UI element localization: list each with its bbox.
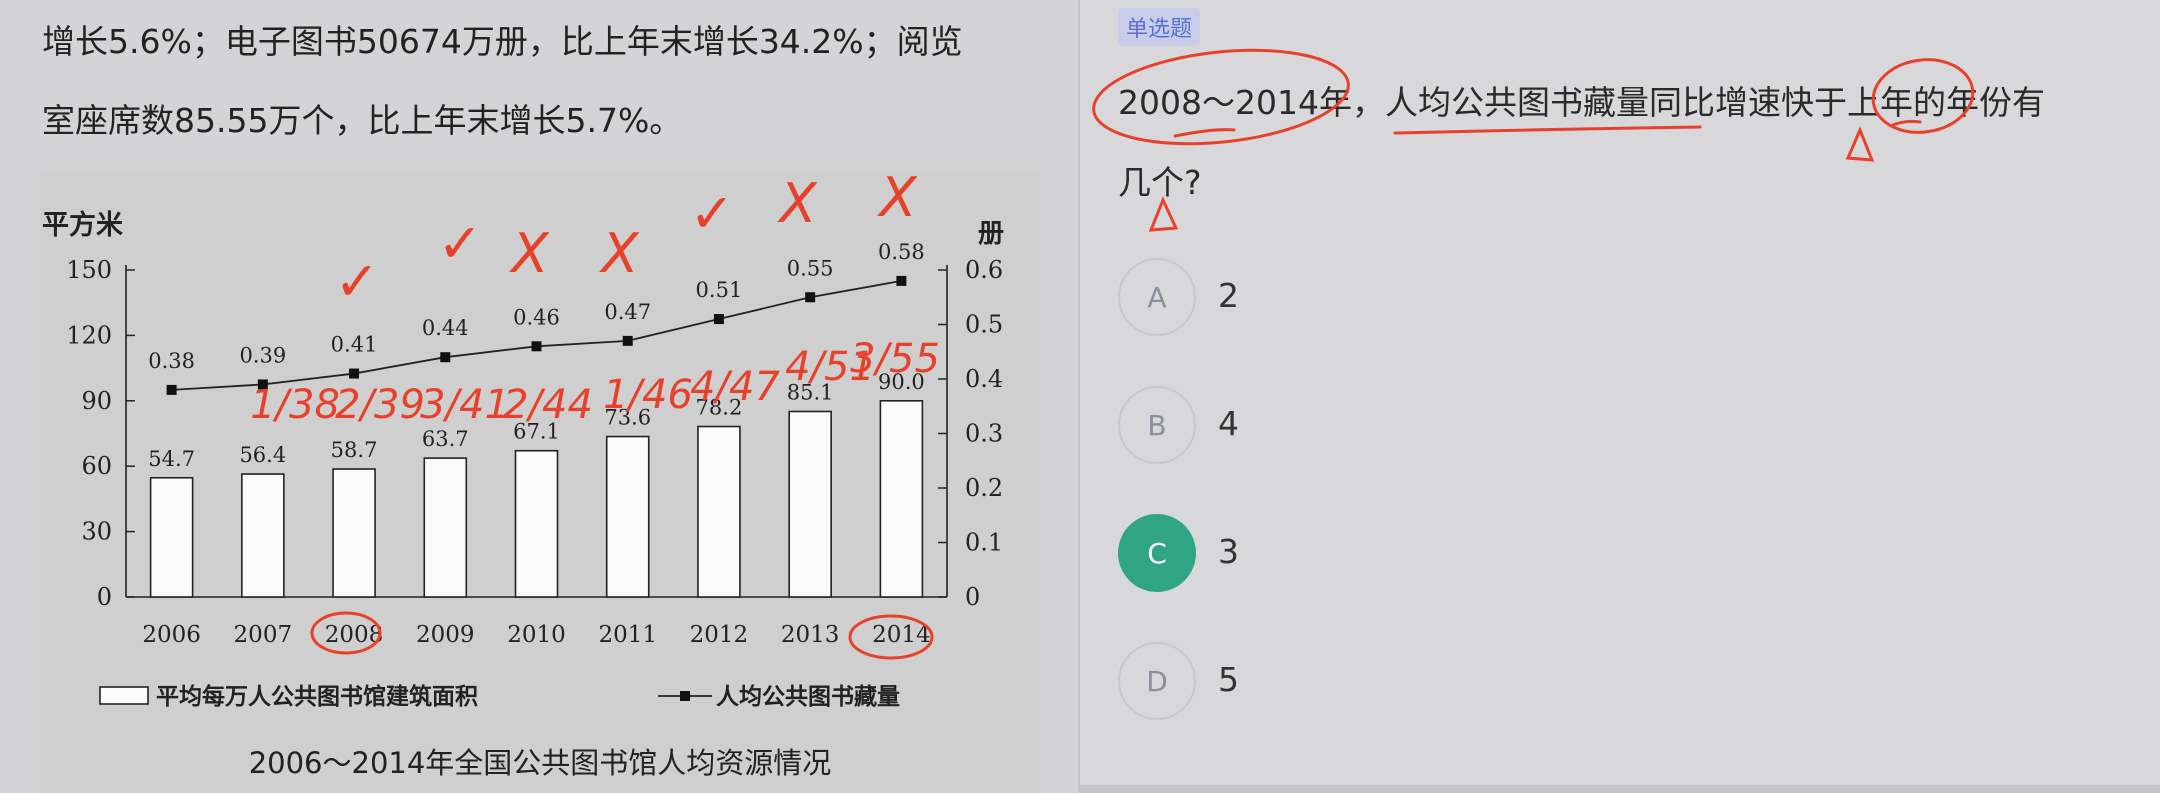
option-c[interactable]: C 3 bbox=[1118, 514, 1718, 598]
y-tick-label-right: 0.3 bbox=[965, 420, 1003, 448]
question-line-2: 几个? bbox=[1118, 163, 1202, 202]
bar bbox=[332, 468, 376, 598]
option-a-text: 2 bbox=[1218, 276, 1239, 315]
option-a-letter: A bbox=[1118, 258, 1196, 336]
option-c-text: 3 bbox=[1218, 532, 1239, 571]
y-tick-label-right: 0 bbox=[965, 583, 980, 611]
chart-figure: 0 30 60 90 120 150 0 0.1 0.2 0.3 0.4 0.5 0.6 平方米 册 54.7… bbox=[40, 172, 1040, 793]
option-b-letter: B bbox=[1118, 386, 1196, 464]
chart-caption: 2006～2014年全国公共图书馆人均资源情况 bbox=[248, 746, 832, 780]
bar-value-label: 78.2 bbox=[696, 396, 743, 420]
y-tick-label-right: 0.6 bbox=[965, 256, 1003, 284]
option-d-text: 5 bbox=[1218, 660, 1239, 699]
y-tick-label-right: 0.1 bbox=[965, 529, 1003, 557]
y-axis-label-left: 平方米 bbox=[42, 209, 123, 241]
option-a[interactable]: A 2 bbox=[1118, 258, 1718, 342]
bar bbox=[241, 473, 285, 598]
legend-bar-swatch bbox=[99, 686, 149, 705]
y-tick-label-left: 30 bbox=[81, 518, 112, 546]
y-tick-label-right: 0.4 bbox=[965, 365, 1003, 393]
line-point bbox=[531, 341, 542, 352]
passage-line-2: 室座席数85.55万个，比上年末增长5.7%。 bbox=[42, 101, 683, 140]
option-d[interactable]: D 5 bbox=[1118, 642, 1718, 726]
line-value-label: 0.41 bbox=[331, 333, 378, 357]
y-axis-label-right: 册 bbox=[978, 219, 1004, 249]
line-point bbox=[713, 314, 724, 325]
passage-panel: 增长5.6%；电子图书50674万册，比上年末增长34.2%；阅览 室座席数85… bbox=[0, 0, 1078, 793]
question-type-tag: 单选题 bbox=[1118, 8, 1201, 46]
line-series bbox=[171, 280, 902, 391]
line-point bbox=[896, 275, 907, 286]
y-tick-label-left: 120 bbox=[66, 321, 112, 349]
line-point bbox=[257, 379, 268, 390]
x-tick-label: 2007 bbox=[234, 622, 293, 648]
x-tick-label: 2012 bbox=[690, 622, 749, 648]
y-tick-label-right: 0.5 bbox=[965, 311, 1003, 339]
bar-value-label: 67.1 bbox=[513, 420, 560, 444]
line-point bbox=[622, 335, 633, 346]
y-tick-label-left: 0 bbox=[97, 583, 112, 611]
bar bbox=[879, 400, 924, 598]
line-value-label: 0.47 bbox=[604, 300, 651, 324]
x-tick-label: 2009 bbox=[416, 622, 475, 648]
y-tick-label-right: 0.2 bbox=[965, 474, 1003, 502]
bar bbox=[788, 410, 832, 598]
bar-value-label: 73.6 bbox=[604, 406, 651, 430]
question-line-1: 2008～2014年，人均公共图书藏量同比增速快于上年的年份有 bbox=[1118, 83, 2045, 122]
x-tick-label: 2006 bbox=[142, 622, 201, 648]
bar-value-label: 56.4 bbox=[239, 443, 286, 467]
bar bbox=[423, 457, 468, 598]
bar-value-label: 54.7 bbox=[148, 447, 195, 471]
line-value-label: 0.51 bbox=[696, 278, 743, 302]
option-d-letter: D bbox=[1118, 642, 1196, 720]
line-value-label: 0.39 bbox=[239, 343, 286, 367]
y-tick-label-left: 150 bbox=[66, 256, 112, 284]
bar-value-label: 85.1 bbox=[787, 380, 834, 404]
line-value-label: 0.38 bbox=[148, 349, 195, 373]
x-tick-label: 2011 bbox=[598, 622, 657, 648]
option-b-text: 4 bbox=[1218, 404, 1239, 443]
bar bbox=[149, 476, 194, 598]
line-value-label: 0.58 bbox=[878, 240, 925, 264]
x-tick-label: 2008 bbox=[325, 622, 384, 648]
legend-line-label: 人均公共图书藏量 bbox=[716, 683, 900, 710]
line-point bbox=[440, 352, 451, 363]
scrollbar[interactable] bbox=[1080, 785, 2160, 793]
line-value-label: 0.46 bbox=[513, 305, 560, 329]
bar bbox=[605, 435, 650, 598]
line-value-label: 0.55 bbox=[787, 256, 834, 280]
x-tick-label: 2013 bbox=[781, 622, 840, 648]
option-c-letter: C bbox=[1118, 514, 1196, 592]
legend-line-marker bbox=[680, 691, 690, 701]
line-value-label: 0.44 bbox=[422, 316, 469, 340]
bar bbox=[697, 425, 741, 598]
line-point bbox=[805, 292, 816, 303]
x-tick-label: 2014 bbox=[872, 622, 931, 648]
option-b[interactable]: B 4 bbox=[1118, 386, 1718, 470]
passage-line-1: 增长5.6%；电子图书50674万册，比上年末增长34.2%；阅览 bbox=[42, 22, 963, 61]
y-tick-label-left: 90 bbox=[81, 387, 112, 415]
line-point bbox=[166, 384, 177, 395]
bar-value-label: 58.7 bbox=[331, 438, 378, 462]
x-tick-label: 2010 bbox=[507, 622, 566, 648]
bar bbox=[514, 449, 559, 598]
y-tick-label-left: 60 bbox=[81, 452, 112, 480]
question-panel: 单选题 2008～2014年，人均公共图书藏量同比增速快于上年的年份有 几个? … bbox=[1080, 0, 2160, 793]
bar-value-label: 63.7 bbox=[422, 427, 469, 451]
line-point bbox=[349, 368, 360, 379]
bar-value-label: 90.0 bbox=[878, 370, 925, 394]
chart-svg: 0 30 60 90 120 150 0 0.1 0.2 0.3 0.4 0.5 0.6 平方米 册 54.7… bbox=[42, 209, 1004, 710]
legend-bar-label: 平均每万人公共图书馆建筑面积 bbox=[156, 683, 478, 710]
